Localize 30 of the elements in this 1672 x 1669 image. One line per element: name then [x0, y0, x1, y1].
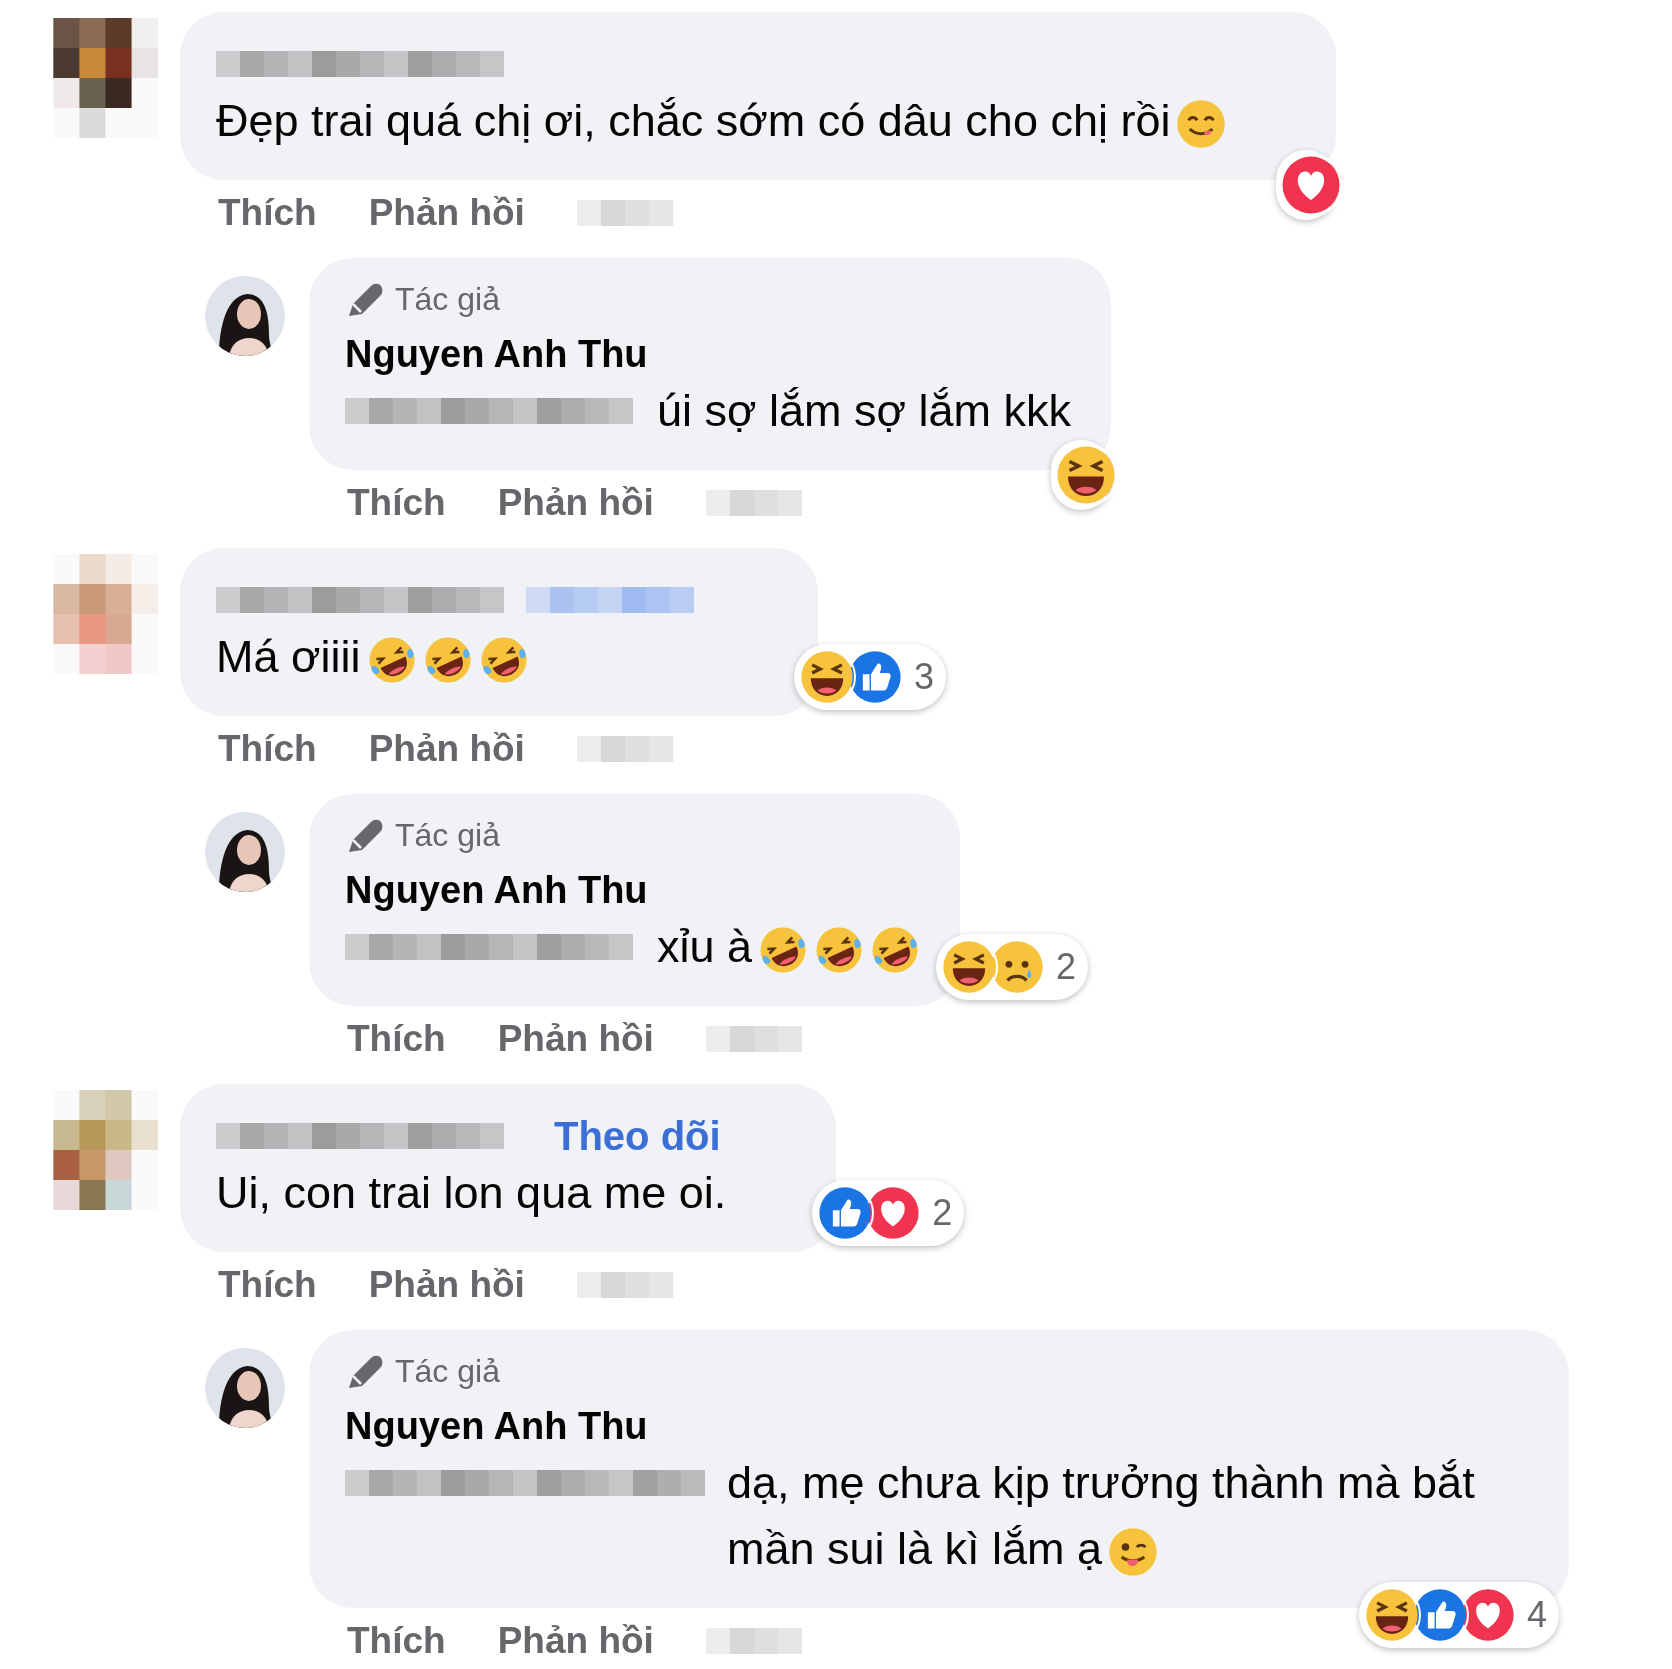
- action-link[interactable]: Phản hồi: [368, 192, 525, 234]
- action-link[interactable]: Thích: [218, 192, 317, 234]
- action-link[interactable]: Thích: [347, 1018, 446, 1060]
- action-link[interactable]: Phản hồi: [497, 1018, 654, 1060]
- comment-text: úi sợ lắm sợ lắm kkk: [657, 384, 1072, 438]
- action-link[interactable]: Thích: [347, 1620, 446, 1662]
- action-link[interactable]: Thích: [218, 1264, 317, 1306]
- author-name[interactable]: Nguyen Anh Thu: [345, 332, 648, 376]
- author-label: Tác giả: [395, 816, 500, 854]
- comment-text: Ui, con trai lon qua me oi.: [216, 1166, 727, 1220]
- reaction-summary[interactable]: 2: [812, 1180, 965, 1246]
- pixelated-avatar[interactable]: [53, 18, 158, 138]
- action-link[interactable]: Phản hồi: [368, 1264, 525, 1306]
- comment-text: Đẹp trai quá chị ơi, chắc sớm có dâu cho chị rồi: [216, 88, 1227, 154]
- reaction-summary[interactable]: 3: [794, 644, 947, 710]
- author-name[interactable]: Nguyen Anh Thu: [345, 868, 648, 912]
- action-link[interactable]: Phản hồi: [497, 1620, 654, 1662]
- comment-text: dạ, mẹ chưa kịp trưởng thành mà bắt mần sui là kì lắm ạ: [727, 1450, 1529, 1582]
- reaction-summary[interactable]: 4: [1358, 1582, 1559, 1648]
- reaction-summary[interactable]: 2: [936, 934, 1089, 1000]
- comment-text: xỉu à: [657, 914, 921, 980]
- action-link[interactable]: Phản hồi: [368, 728, 525, 770]
- author-name[interactable]: Nguyen Anh Thu: [345, 1404, 648, 1448]
- author-label: Tác giả: [395, 280, 500, 318]
- comment-text: Má ơiiii: [216, 624, 529, 690]
- action-link[interactable]: Thích: [218, 728, 317, 770]
- author-label: Tác giả: [395, 1352, 500, 1390]
- action-link[interactable]: Phản hồi: [497, 482, 654, 524]
- action-link[interactable]: Thích: [347, 482, 446, 524]
- follow-link[interactable]: Theo dõi: [554, 1113, 721, 1159]
